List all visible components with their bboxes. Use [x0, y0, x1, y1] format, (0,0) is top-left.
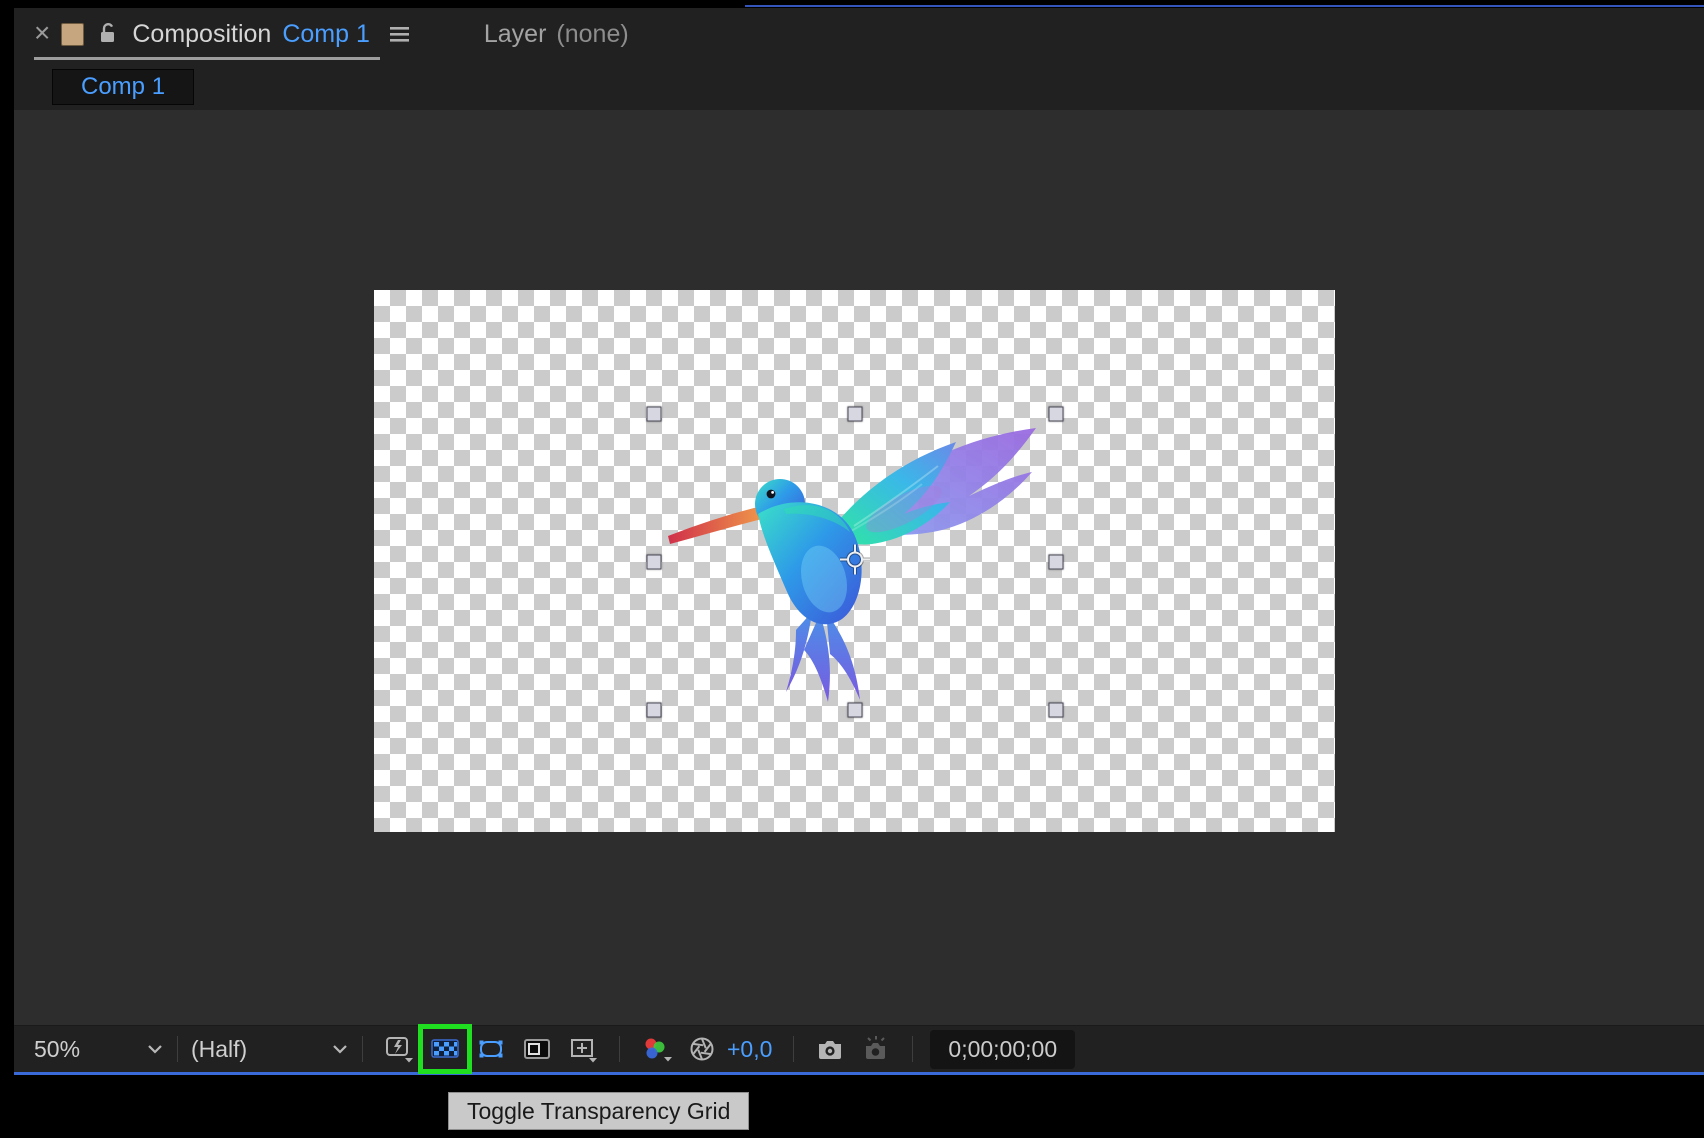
tab-layer[interactable]: Layer (none) [484, 20, 629, 49]
composition-tab-label: Composition [132, 20, 271, 49]
selection-handle-bottom-left[interactable] [647, 703, 662, 718]
toggle-transparency-grid-button[interactable] [425, 1030, 465, 1068]
grid-guide-options-icon [568, 1034, 598, 1064]
adjust-exposure-icon [687, 1034, 717, 1064]
show-snapshot-button[interactable] [856, 1030, 896, 1068]
selection-handle-top-right[interactable] [1049, 407, 1064, 422]
region-of-interest-icon [522, 1034, 552, 1064]
toolbar-separator [793, 1036, 794, 1062]
grid-guide-options-button[interactable] [563, 1030, 603, 1068]
channel-color-settings-icon [640, 1034, 672, 1064]
panel-focus-edge [745, 5, 1704, 7]
toolbar-separator [619, 1036, 620, 1062]
magnification-dropdown[interactable]: 50% [34, 1036, 164, 1063]
selection-handle-top-center[interactable] [848, 407, 863, 422]
exposure-value[interactable]: +0,0 [727, 1036, 772, 1063]
transparency-grid-group [422, 1030, 468, 1068]
viewer-tab-comp1[interactable]: Comp 1 [52, 69, 194, 105]
mask-path-visibility-icon [476, 1034, 506, 1064]
show-snapshot-icon [861, 1034, 891, 1064]
screen: × Composition Comp 1 Layer (none) [0, 0, 1704, 1138]
viewer-toolbar: 50% (Half) [14, 1025, 1704, 1072]
timecode-display[interactable]: 0;00;00;00 [930, 1030, 1075, 1069]
adjust-exposure-button[interactable] [682, 1030, 722, 1068]
unlock-icon[interactable] [95, 19, 121, 50]
layer-tab-value: (none) [556, 20, 628, 49]
tab-composition[interactable]: × Composition Comp 1 [34, 8, 380, 60]
resolution-value: (Half) [191, 1036, 247, 1063]
take-snapshot-icon [815, 1034, 845, 1064]
composition-viewport[interactable] [14, 110, 1704, 1026]
transparency-grid-icon [430, 1034, 460, 1064]
tooltip: Toggle Transparency Grid [448, 1092, 749, 1130]
chevron-down-icon [146, 1043, 164, 1055]
viewer-tab-row: Comp 1 [14, 60, 1704, 111]
selection-handle-mid-left[interactable] [647, 555, 662, 570]
take-snapshot-button[interactable] [810, 1030, 850, 1068]
hamburger-menu-icon [388, 22, 412, 46]
channel-color-settings-button[interactable] [636, 1030, 676, 1068]
selection-handle-bottom-center[interactable] [848, 703, 863, 718]
composition-canvas[interactable] [374, 290, 1335, 832]
chevron-down-icon [331, 1043, 349, 1055]
fast-previews-icon [384, 1034, 414, 1064]
selection-handle-bottom-right[interactable] [1049, 703, 1064, 718]
selection-handle-top-left[interactable] [647, 407, 662, 422]
tooltip-text: Toggle Transparency Grid [467, 1098, 730, 1124]
region-of-interest-button[interactable] [517, 1030, 557, 1068]
selection-handle-mid-right[interactable] [1049, 555, 1064, 570]
layer-selection-box [654, 414, 1056, 710]
composition-panel: × Composition Comp 1 Layer (none) [14, 8, 1704, 1075]
toggle-mask-path-visibility-button[interactable] [471, 1030, 511, 1068]
resolution-dropdown[interactable]: (Half) [191, 1036, 349, 1063]
panel-tab-bar: × Composition Comp 1 Layer (none) [14, 8, 1704, 60]
layer-tab-label: Layer [484, 20, 547, 49]
composition-tab-name: Comp 1 [282, 20, 370, 49]
magnification-value: 50% [34, 1036, 80, 1063]
close-icon[interactable]: × [34, 19, 50, 47]
panel-menu-button[interactable] [388, 22, 412, 46]
composition-thumbnail-icon [61, 23, 84, 46]
fast-previews-button[interactable] [379, 1030, 419, 1068]
toolbar-separator [912, 1036, 913, 1062]
toolbar-separator [177, 1036, 178, 1062]
toolbar-separator [362, 1036, 363, 1062]
anchor-point-icon[interactable] [837, 542, 873, 583]
